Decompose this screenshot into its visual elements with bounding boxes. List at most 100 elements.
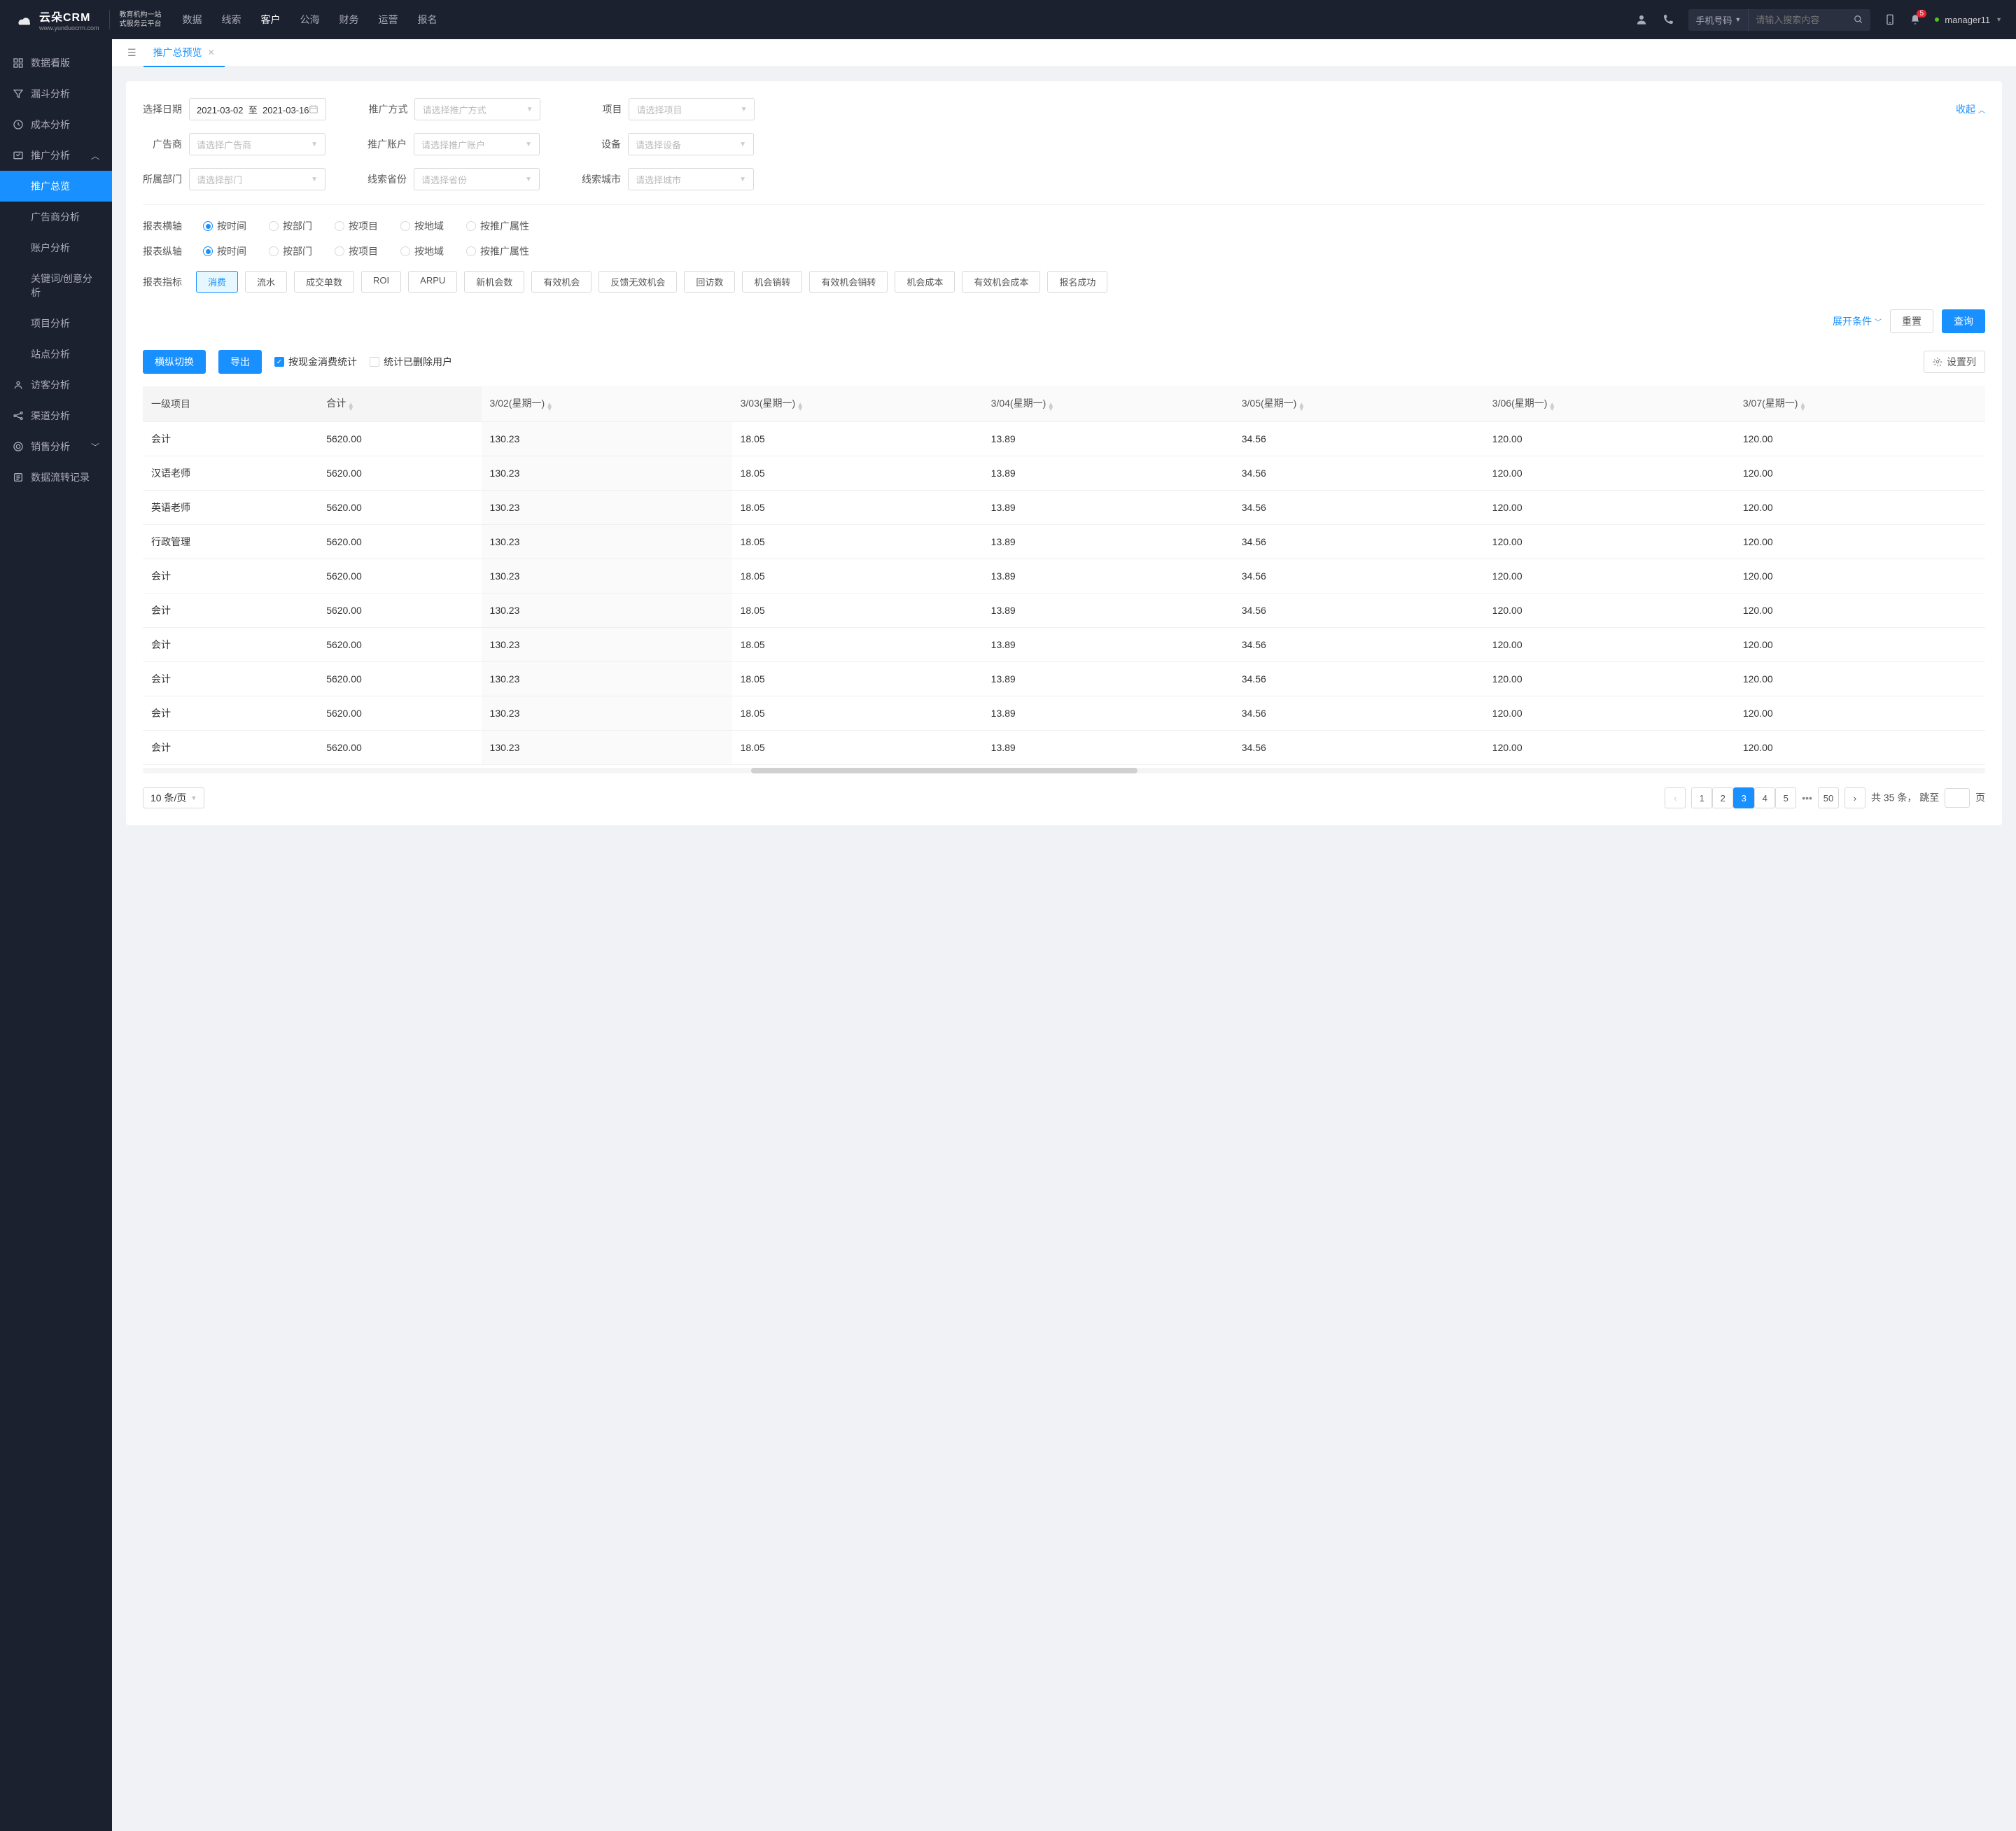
y-radios-按地域[interactable]: 按地域	[400, 244, 444, 258]
sidebar-item-数据看版[interactable]: 数据看版	[0, 48, 112, 78]
metric-有效机会成本[interactable]: 有效机会成本	[962, 271, 1040, 293]
x-radios-按地域[interactable]: 按地域	[400, 219, 444, 233]
column-settings-button[interactable]: 设置列	[1924, 351, 1985, 373]
promo-icon	[13, 150, 24, 161]
page-size-select[interactable]: 10 条/页▼	[143, 787, 204, 808]
x-radios-按时间[interactable]: 按时间	[203, 219, 246, 233]
tab-menu-icon[interactable]: ☰	[120, 47, 144, 59]
switch-axis-button[interactable]: 横纵切换	[143, 350, 206, 374]
bell-icon[interactable]: 5	[1910, 14, 1921, 25]
sidebar-item-推广分析[interactable]: 推广分析︿	[0, 140, 112, 171]
date-range-input[interactable]: 2021-03-02 至 2021-03-16	[189, 98, 326, 120]
logo[interactable]: 云朵CRM www.yunduocrm.com 教育机构一站 式服务云平台	[14, 8, 162, 31]
page-5[interactable]: 5	[1775, 787, 1796, 808]
metric-新机会数[interactable]: 新机会数	[464, 271, 524, 293]
metric-有效机会销转[interactable]: 有效机会销转	[809, 271, 888, 293]
x-radios-按项目[interactable]: 按项目	[335, 219, 378, 233]
y-radios-按项目[interactable]: 按项目	[335, 244, 378, 258]
nav-客户[interactable]: 客户	[261, 13, 281, 27]
prev-page-button[interactable]: ‹	[1665, 787, 1686, 808]
nav-报名[interactable]: 报名	[418, 13, 438, 27]
last-page-button[interactable]: 50	[1818, 787, 1839, 808]
query-button[interactable]: 查询	[1942, 309, 1985, 333]
metric-有效机会[interactable]: 有效机会	[531, 271, 592, 293]
project-select[interactable]: 请选择项目▼	[629, 98, 755, 120]
page-1[interactable]: 1	[1691, 787, 1712, 808]
method-select[interactable]: 请选择推广方式▼	[414, 98, 540, 120]
cell: 13.89	[983, 525, 1233, 559]
device-select[interactable]: 请选择设备▼	[628, 133, 754, 155]
col-header-1[interactable]: 合计▲▼	[318, 386, 481, 422]
sidebar-subitem-推广总览[interactable]: 推广总览	[0, 171, 112, 202]
x-radios-按部门[interactable]: 按部门	[269, 219, 312, 233]
tab-promotion-overview[interactable]: 推广总预览 ✕	[144, 39, 225, 67]
nav-线索[interactable]: 线索	[222, 13, 241, 27]
metric-消费[interactable]: 消费	[196, 271, 238, 293]
col-header-0[interactable]: 一级项目	[143, 386, 318, 422]
metric-机会成本[interactable]: 机会成本	[895, 271, 955, 293]
sidebar-item-成本分析[interactable]: 成本分析	[0, 109, 112, 140]
metric-机会销转[interactable]: 机会销转	[742, 271, 802, 293]
cell: 18.05	[732, 525, 983, 559]
sidebar-subitem-站点分析[interactable]: 站点分析	[0, 339, 112, 370]
page-jump-input[interactable]	[1945, 788, 1970, 808]
sidebar-item-漏斗分析[interactable]: 漏斗分析	[0, 78, 112, 109]
page-4[interactable]: 4	[1754, 787, 1775, 808]
col-header-6[interactable]: 3/06(星期一)▲▼	[1484, 386, 1735, 422]
mobile-icon[interactable]	[1884, 14, 1896, 25]
export-button[interactable]: 导出	[218, 350, 262, 374]
col-header-4[interactable]: 3/04(星期一)▲▼	[983, 386, 1233, 422]
search-icon[interactable]	[1847, 10, 1870, 29]
sidebar-subitem-账户分析[interactable]: 账户分析	[0, 232, 112, 263]
col-header-2[interactable]: 3/02(星期一)▲▼	[482, 386, 732, 422]
col-header-3[interactable]: 3/03(星期一)▲▼	[732, 386, 983, 422]
province-select[interactable]: 请选择省份▼	[414, 168, 540, 190]
collapse-button[interactable]: 收起︿	[1956, 102, 1985, 116]
city-select[interactable]: 请选择城市▼	[628, 168, 754, 190]
next-page-button[interactable]: ›	[1844, 787, 1865, 808]
deleted-users-checkbox[interactable]: 统计已删除用户	[370, 355, 452, 369]
y-radios-按时间[interactable]: 按时间	[203, 244, 246, 258]
metric-ROI[interactable]: ROI	[361, 271, 401, 293]
cell: 120.00	[1735, 422, 1985, 456]
expand-conditions-button[interactable]: 展开条件﹀	[1833, 314, 1882, 328]
close-icon[interactable]: ✕	[208, 48, 215, 57]
account-select[interactable]: 请选择推广账户▼	[414, 133, 540, 155]
reset-button[interactable]: 重置	[1890, 309, 1933, 333]
advertiser-select[interactable]: 请选择广告商▼	[189, 133, 326, 155]
sidebar-item-销售分析[interactable]: 销售分析﹀	[0, 431, 112, 462]
metric-流水[interactable]: 流水	[245, 271, 287, 293]
search-type-select[interactable]: 手机号码 ▼	[1688, 9, 1749, 31]
x-radios-按推广属性[interactable]: 按推广属性	[466, 219, 529, 233]
col-header-5[interactable]: 3/05(星期一)▲▼	[1233, 386, 1484, 422]
sidebar-item-访客分析[interactable]: 访客分析	[0, 370, 112, 400]
y-radios-按部门[interactable]: 按部门	[269, 244, 312, 258]
nav-数据[interactable]: 数据	[183, 13, 202, 27]
page-3[interactable]: 3	[1733, 787, 1754, 808]
nav-财务[interactable]: 财务	[340, 13, 359, 27]
sidebar-item-渠道分析[interactable]: 渠道分析	[0, 400, 112, 431]
nav-运营[interactable]: 运营	[379, 13, 398, 27]
search-input[interactable]	[1749, 10, 1847, 29]
user-icon[interactable]	[1635, 13, 1648, 26]
col-header-7[interactable]: 3/07(星期一)▲▼	[1735, 386, 1985, 422]
sort-icon: ▲▼	[1047, 403, 1054, 412]
sidebar-subitem-广告商分析[interactable]: 广告商分析	[0, 202, 112, 232]
phone-icon[interactable]	[1662, 13, 1674, 26]
sidebar-item-数据流转记录[interactable]: 数据流转记录	[0, 462, 112, 493]
metric-成交单数[interactable]: 成交单数	[294, 271, 354, 293]
horizontal-scrollbar[interactable]	[143, 768, 1985, 773]
cash-stats-checkbox[interactable]: 按现金消费统计	[274, 355, 357, 369]
metric-报名成功[interactable]: 报名成功	[1047, 271, 1107, 293]
y-radios-按推广属性[interactable]: 按推广属性	[466, 244, 529, 258]
metric-反馈无效机会[interactable]: 反馈无效机会	[598, 271, 677, 293]
metric-回访数[interactable]: 回访数	[684, 271, 735, 293]
sidebar-subitem-项目分析[interactable]: 项目分析	[0, 308, 112, 339]
cell: 英语老师	[143, 491, 318, 525]
page-2[interactable]: 2	[1712, 787, 1733, 808]
dept-select[interactable]: 请选择部门▼	[189, 168, 326, 190]
nav-公海[interactable]: 公海	[300, 13, 320, 27]
user-menu[interactable]: manager11 ▼	[1935, 15, 2002, 25]
metric-ARPU[interactable]: ARPU	[408, 271, 457, 293]
sidebar-subitem-关键词/创意分析[interactable]: 关键词/创意分析	[0, 263, 112, 308]
